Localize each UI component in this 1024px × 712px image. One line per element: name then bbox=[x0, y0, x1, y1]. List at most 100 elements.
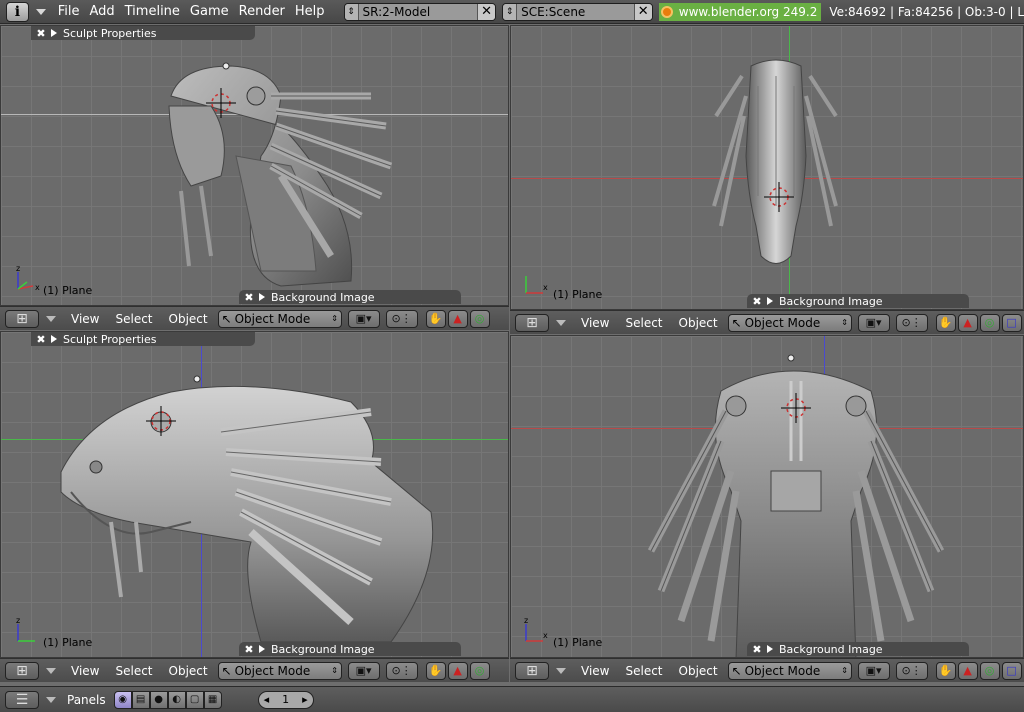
rotate-manipulator-icon[interactable]: ◎ bbox=[979, 661, 1000, 680]
menu-file[interactable]: File bbox=[58, 4, 80, 19]
increment-icon[interactable]: ▸ bbox=[302, 693, 308, 706]
background-image-panel[interactable]: ✖ Background Image bbox=[239, 290, 461, 304]
draw-type-button[interactable]: ▣▾ bbox=[857, 661, 890, 680]
grab-manipulator-icon[interactable]: ✋ bbox=[935, 661, 956, 680]
expand-panel-icon[interactable] bbox=[51, 335, 57, 343]
object-mode-select[interactable]: ↖ Object Mode ⇕ bbox=[727, 661, 852, 680]
object-mode-select[interactable]: ↖ Object Mode ⇕ bbox=[217, 309, 342, 328]
editor-type-icon[interactable]: ⊞ bbox=[515, 313, 549, 332]
object-mode-select[interactable]: ↖ Object Mode ⇕ bbox=[727, 313, 852, 332]
grab-manipulator-icon[interactable]: ✋ bbox=[425, 309, 446, 328]
close-panel-icon[interactable]: ✖ bbox=[751, 643, 763, 656]
menu-view[interactable]: View bbox=[581, 316, 609, 330]
scene-selector[interactable]: ⇕ SCE:Scene ✕ bbox=[502, 2, 653, 21]
expand-panel-icon[interactable] bbox=[767, 645, 773, 653]
close-panel-icon[interactable]: ✖ bbox=[243, 643, 255, 656]
menu-game[interactable]: Game bbox=[190, 4, 229, 19]
collapse-menus-icon[interactable] bbox=[35, 8, 46, 15]
rotate-manipulator-icon[interactable]: ◎ bbox=[979, 313, 1000, 332]
translate-manipulator-icon[interactable]: ▲ bbox=[447, 661, 468, 680]
close-panel-icon[interactable]: ✖ bbox=[35, 27, 47, 40]
decrement-icon[interactable]: ◂ bbox=[264, 693, 270, 706]
editor-type-icon[interactable]: ⊞ bbox=[515, 661, 549, 680]
delete-screen-icon[interactable]: ✕ bbox=[477, 3, 496, 20]
draw-type-button[interactable]: ▣▾ bbox=[857, 313, 890, 332]
expand-panel-icon[interactable] bbox=[259, 645, 265, 653]
shading-context-icon[interactable]: ● bbox=[149, 690, 168, 709]
info-editor-icon[interactable]: i bbox=[6, 1, 29, 22]
collapse-menus-icon[interactable] bbox=[46, 667, 56, 674]
delete-scene-icon[interactable]: ✕ bbox=[633, 3, 652, 20]
editing-context-icon[interactable]: ▢ bbox=[185, 690, 204, 709]
viewport-bottom-right[interactable]: z x (1) Plane ✖ Background Image bbox=[510, 335, 1024, 658]
sculpt-properties-panel[interactable]: ✖ Sculpt Properties bbox=[31, 26, 255, 40]
viewport-top-right[interactable]: x (1) Plane ✖ Background Image bbox=[510, 25, 1024, 310]
menu-view[interactable]: View bbox=[581, 664, 609, 678]
background-image-panel[interactable]: ✖ Background Image bbox=[747, 294, 969, 308]
close-panel-icon[interactable]: ✖ bbox=[751, 295, 763, 308]
scale-manipulator-icon[interactable]: □ bbox=[1001, 661, 1022, 680]
scene-context-icon[interactable]: ▦ bbox=[203, 690, 222, 709]
pivot-button[interactable]: ⊙⋮ bbox=[895, 313, 928, 332]
screen-selector[interactable]: ⇕ SR:2-Model ✕ bbox=[343, 2, 497, 21]
screen-name[interactable]: SR:2-Model bbox=[359, 5, 478, 19]
menu-object[interactable]: Object bbox=[679, 664, 718, 678]
editor-type-icon[interactable]: ⊞ bbox=[5, 661, 39, 680]
menu-render[interactable]: Render bbox=[239, 4, 285, 19]
frame-number-field[interactable]: ◂ 1 ▸ bbox=[257, 690, 314, 709]
menu-select[interactable]: Select bbox=[115, 664, 152, 678]
pivot-button[interactable]: ⊙⋮ bbox=[385, 309, 418, 328]
collapse-menus-icon[interactable] bbox=[556, 667, 566, 674]
script-context-icon[interactable]: ▤ bbox=[131, 690, 150, 709]
scene-browse-icon[interactable]: ⇕ bbox=[503, 3, 518, 20]
close-panel-icon[interactable]: ✖ bbox=[35, 333, 47, 346]
pivot-button[interactable]: ⊙⋮ bbox=[895, 661, 928, 680]
screen-browse-icon[interactable]: ⇕ bbox=[344, 3, 359, 20]
grab-manipulator-icon[interactable]: ✋ bbox=[425, 661, 446, 680]
menu-add[interactable]: Add bbox=[89, 4, 114, 19]
menu-view[interactable]: View bbox=[71, 312, 99, 326]
menu-object[interactable]: Object bbox=[169, 664, 208, 678]
viewport-bottom-left[interactable]: ✖ Sculpt Properties z (1) Plane ✖ Backgr… bbox=[0, 331, 509, 658]
menu-select[interactable]: Select bbox=[115, 312, 152, 326]
pivot-button[interactable]: ⊙⋮ bbox=[385, 661, 418, 680]
translate-manipulator-icon[interactable]: ▲ bbox=[957, 661, 978, 680]
blender-url-badge[interactable]: www.blender.org 249.2 bbox=[658, 2, 822, 21]
draw-type-button[interactable]: ▣▾ bbox=[347, 661, 380, 680]
grab-manipulator-icon[interactable]: ✋ bbox=[935, 313, 956, 332]
collapse-menus-icon[interactable] bbox=[46, 315, 56, 322]
logic-context-icon[interactable]: ◉ bbox=[113, 690, 132, 709]
menu-object[interactable]: Object bbox=[679, 316, 718, 330]
scale-manipulator-icon[interactable]: □ bbox=[1001, 313, 1022, 332]
expand-panel-icon[interactable] bbox=[51, 29, 57, 37]
collapse-menus-icon[interactable] bbox=[46, 696, 56, 703]
menu-select[interactable]: Select bbox=[625, 664, 662, 678]
object-mode-select[interactable]: ↖ Object Mode ⇕ bbox=[217, 661, 342, 680]
editor-type-icon[interactable]: ☰ bbox=[5, 690, 39, 709]
background-image-panel[interactable]: ✖ Background Image bbox=[239, 642, 461, 656]
collapse-menus-icon[interactable] bbox=[556, 319, 566, 326]
rotate-manipulator-icon[interactable]: ◎ bbox=[469, 309, 490, 328]
object-mode-icon: ↖ bbox=[731, 663, 742, 678]
close-panel-icon[interactable]: ✖ bbox=[243, 291, 255, 304]
menu-timeline[interactable]: Timeline bbox=[125, 4, 180, 19]
menu-select[interactable]: Select bbox=[625, 316, 662, 330]
draw-type-button[interactable]: ▣▾ bbox=[347, 309, 380, 328]
expand-panel-icon[interactable] bbox=[259, 293, 265, 301]
panel-title: Sculpt Properties bbox=[63, 26, 157, 40]
editor-type-icon[interactable]: ⊞ bbox=[5, 309, 39, 328]
scene-name[interactable]: SCE:Scene bbox=[517, 5, 634, 19]
object-context-icon[interactable]: ◐ bbox=[167, 690, 186, 709]
menu-help[interactable]: Help bbox=[295, 4, 325, 19]
sculpt-properties-panel[interactable]: ✖ Sculpt Properties bbox=[31, 332, 255, 346]
menu-panels[interactable]: Panels bbox=[67, 693, 106, 707]
translate-manipulator-icon[interactable]: ▲ bbox=[957, 313, 978, 332]
menu-object[interactable]: Object bbox=[169, 312, 208, 326]
viewport-top-left[interactable]: ✖ Sculpt Properties z x (1) Plane ✖ Back… bbox=[0, 25, 509, 306]
expand-panel-icon[interactable] bbox=[767, 297, 773, 305]
background-image-panel[interactable]: ✖ Background Image bbox=[747, 642, 969, 656]
frame-number-value[interactable]: 1 bbox=[282, 693, 289, 706]
menu-view[interactable]: View bbox=[71, 664, 99, 678]
rotate-manipulator-icon[interactable]: ◎ bbox=[469, 661, 490, 680]
translate-manipulator-icon[interactable]: ▲ bbox=[447, 309, 468, 328]
